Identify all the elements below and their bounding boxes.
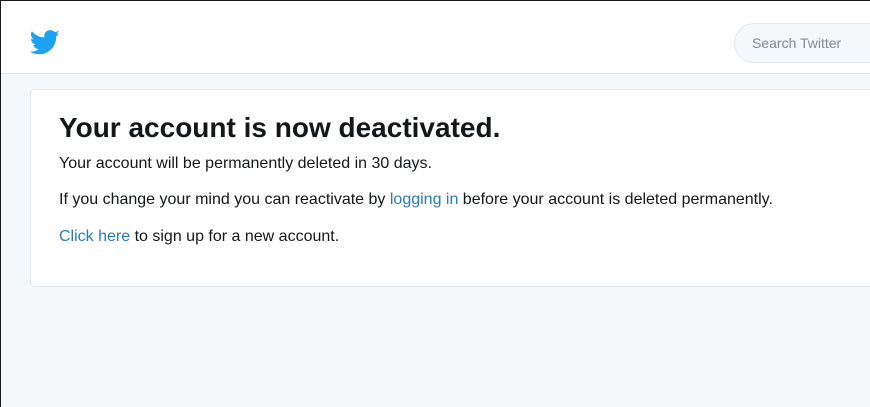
deactivation-message-card: Your account is now deactivated. Your ac…	[30, 89, 870, 287]
deletion-notice-text: Your account will be permanently deleted…	[59, 155, 432, 172]
signup-notice: Click here to sign up for a new account.	[59, 228, 339, 246]
login-link[interactable]: logging in	[390, 191, 459, 208]
reactivation-suffix-text: before your account is deleted permanent…	[458, 191, 773, 208]
reactivation-notice: If you change your mind you can reactiva…	[59, 191, 773, 209]
twitter-bird-icon[interactable]	[30, 30, 60, 55]
search-input[interactable]	[734, 23, 870, 63]
signup-suffix-text: to sign up for a new account.	[130, 228, 340, 245]
signup-link[interactable]: Click here	[59, 228, 130, 245]
deletion-notice: Your account will be permanently deleted…	[59, 155, 432, 173]
reactivation-prefix-text: If you change your mind you can reactiva…	[59, 191, 390, 208]
page-title: Your account is now deactivated.	[59, 112, 501, 143]
browser-viewport: Your account is now deactivated. Your ac…	[0, 0, 870, 407]
top-navigation-bar	[1, 1, 870, 74]
